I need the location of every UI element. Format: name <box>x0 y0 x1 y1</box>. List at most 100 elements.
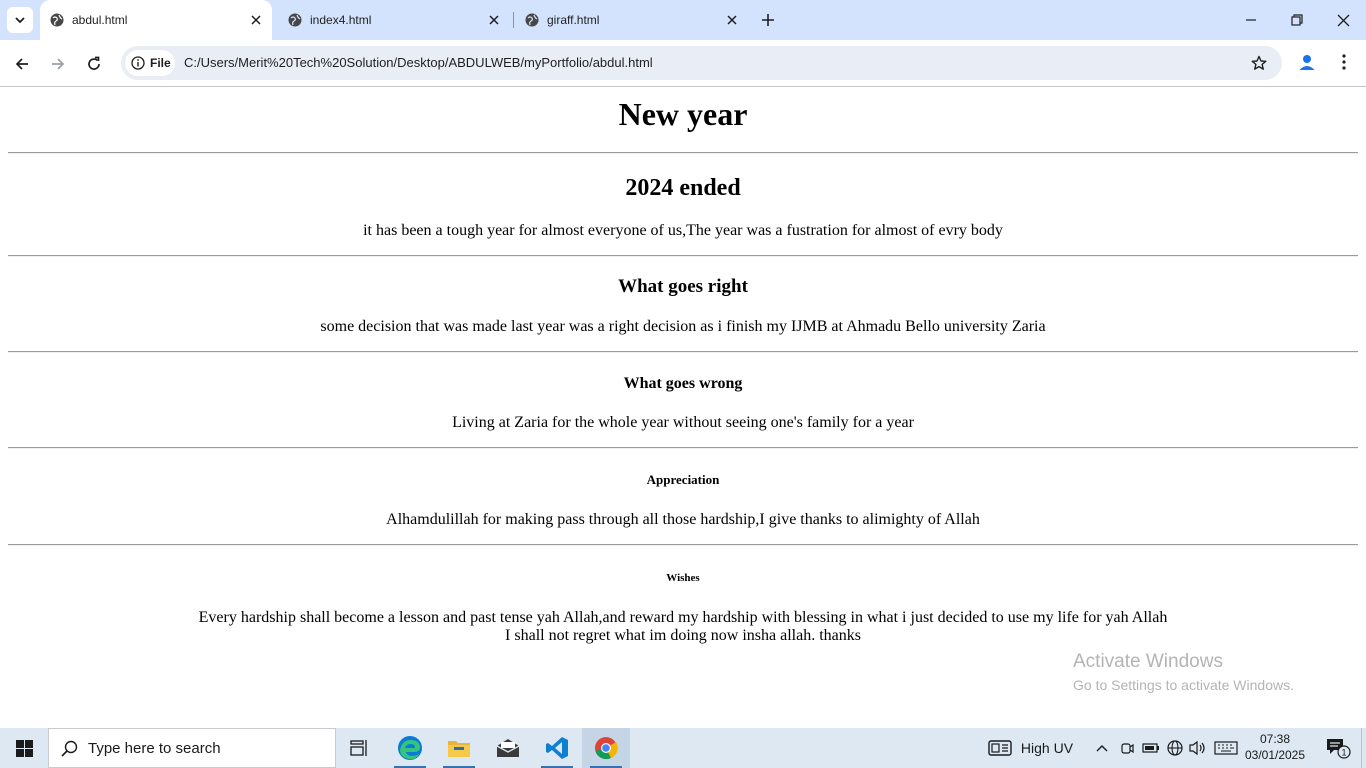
restore-button[interactable] <box>1274 0 1320 40</box>
arrow-right-icon <box>52 58 65 70</box>
globe-icon <box>525 13 539 27</box>
tab-giraff[interactable]: giraff.html <box>515 0 747 40</box>
show-hidden-icons-button[interactable] <box>1092 728 1112 768</box>
watermark-title: Activate Windows <box>1073 651 1223 672</box>
divider <box>8 447 1358 449</box>
edge-icon <box>398 736 422 760</box>
star-icon <box>1251 55 1267 70</box>
globe-icon <box>288 13 302 27</box>
info-icon <box>131 56 145 70</box>
section-heading: Appreciation <box>646 472 720 487</box>
activate-windows-watermark: Activate Windows Go to Settings to activ… <box>1073 651 1294 696</box>
chevron-up-icon <box>1096 745 1108 752</box>
close-icon <box>1337 14 1349 26</box>
forward-button[interactable] <box>44 50 72 78</box>
back-button[interactable] <box>8 50 36 78</box>
folder-icon <box>448 741 470 757</box>
search-placeholder: Type here to search <box>88 739 221 757</box>
notification-count: 1 <box>1341 748 1346 758</box>
notification-center-button[interactable]: 1 <box>1318 728 1358 768</box>
chevron-down-icon <box>15 17 25 24</box>
file-explorer-app-button[interactable] <box>435 728 483 768</box>
tab-title: giraff.html <box>547 13 600 27</box>
start-button[interactable] <box>0 728 48 768</box>
section-text: Alhamdulillah for making pass through al… <box>386 511 980 528</box>
url-text[interactable]: C:/Users/Merit%20Tech%20Solution/Desktop… <box>184 55 653 70</box>
chrome-app-button[interactable] <box>582 728 630 768</box>
divider <box>8 152 1358 154</box>
browser-toolbar: File C:/Users/Merit%20Tech%20Solution/De… <box>0 40 1366 87</box>
close-tab-icon[interactable] <box>723 11 741 29</box>
section-text: Every hardship shall become a lesson and… <box>198 609 1168 626</box>
address-bar[interactable]: File C:/Users/Merit%20Tech%20Solution/De… <box>121 46 1282 80</box>
reload-icon <box>88 56 100 70</box>
minimize-button[interactable] <box>1228 0 1274 40</box>
close-window-button[interactable] <box>1320 0 1366 40</box>
section-text: it has been a tough year for almost ever… <box>363 222 1003 239</box>
browser-tab-bar: abdul.html index4.html giraff.html <box>0 0 1366 40</box>
tab-search-button[interactable] <box>7 7 33 33</box>
vscode-app-button[interactable] <box>533 728 581 768</box>
task-view-icon <box>350 740 367 756</box>
battery-icon <box>1142 743 1159 753</box>
section-heading: What goes right <box>618 276 748 297</box>
section-heading: 2024 ended <box>625 175 741 201</box>
weather-icon <box>988 740 1012 756</box>
chrome-icon <box>595 737 618 760</box>
divider <box>8 351 1358 353</box>
notification-icon: 1 <box>1327 739 1351 759</box>
plus-icon <box>762 14 774 26</box>
tab-separator <box>513 12 514 28</box>
more-vertical-icon <box>1342 54 1346 70</box>
profile-button[interactable] <box>1294 49 1320 75</box>
mail-icon <box>496 739 520 757</box>
close-tab-icon[interactable] <box>485 11 503 29</box>
weather-button[interactable] <box>986 728 1014 768</box>
reload-button[interactable] <box>80 50 108 78</box>
web-page-content: New year 2024 ended it has been a tough … <box>0 88 1366 728</box>
keyboard-button[interactable] <box>1213 728 1239 768</box>
section-text: I shall not regret what im doing now ins… <box>505 627 861 644</box>
globe-icon <box>1167 740 1183 756</box>
search-icon <box>61 740 78 757</box>
section-text: Living at Zaria for the whole year witho… <box>452 414 914 431</box>
task-view-button[interactable] <box>336 728 384 768</box>
clock-button[interactable]: 07:38 03/01/2025 <box>1240 731 1310 763</box>
volume-button[interactable] <box>1188 728 1208 768</box>
mail-app-button[interactable] <box>484 728 532 768</box>
close-tab-icon[interactable] <box>247 11 265 29</box>
globe-icon <box>50 13 64 27</box>
edge-app-button[interactable] <box>386 728 434 768</box>
meet-now-button[interactable] <box>1117 728 1137 768</box>
bookmark-button[interactable] <box>1248 52 1270 74</box>
taskbar-search-box[interactable]: Type here to search <box>48 728 336 768</box>
clock-date: 03/01/2025 <box>1244 748 1306 762</box>
section-heading: What goes wrong <box>623 375 743 392</box>
site-chip-label: File <box>150 56 171 70</box>
battery-button[interactable] <box>1140 728 1162 768</box>
camera-icon <box>1121 743 1134 754</box>
tab-title: index4.html <box>310 13 372 27</box>
section-heading: Wishes <box>666 572 700 584</box>
tab-title: abdul.html <box>72 13 128 27</box>
show-desktop-button[interactable] <box>1361 728 1366 768</box>
windows-logo-icon <box>15 739 33 757</box>
tab-index4[interactable]: index4.html <box>278 0 510 40</box>
site-info-chip[interactable]: File <box>125 50 175 76</box>
arrow-left-icon <box>15 58 28 70</box>
restore-icon <box>1291 14 1303 26</box>
network-button[interactable] <box>1165 728 1185 768</box>
weather-label[interactable]: High UV <box>1018 728 1076 768</box>
keyboard-icon <box>1214 741 1238 755</box>
avatar-icon <box>1299 55 1315 70</box>
watermark-subtitle: Go to Settings to activate Windows. <box>1073 677 1294 693</box>
clock-time: 07:38 <box>1259 732 1291 746</box>
new-tab-button[interactable] <box>758 10 778 30</box>
windows-taskbar: Type here to search High UV 07:38 03/01/… <box>0 728 1366 768</box>
divider <box>8 255 1358 257</box>
browser-menu-button[interactable] <box>1334 50 1354 74</box>
section-text: some decision that was made last year wa… <box>320 318 1046 335</box>
tab-abdul[interactable]: abdul.html <box>40 0 272 40</box>
vscode-icon <box>546 737 568 759</box>
speaker-icon <box>1189 740 1205 756</box>
